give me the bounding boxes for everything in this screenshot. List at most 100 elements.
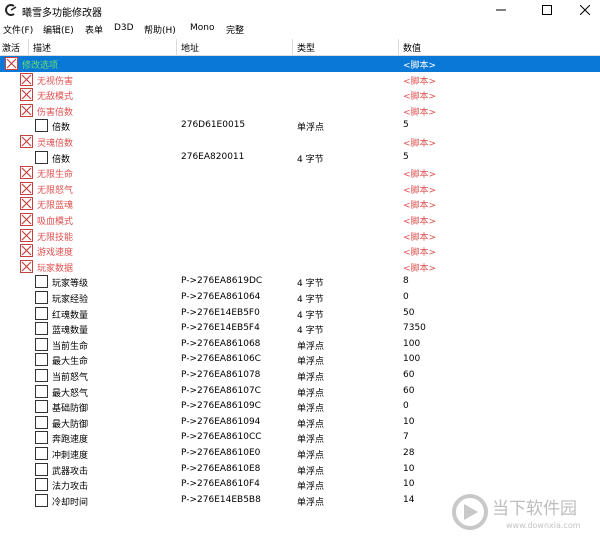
row-value: 7 bbox=[403, 432, 409, 443]
script-checkbox[interactable] bbox=[20, 72, 33, 86]
table-row[interactable]: 伤害倍数 <脚本> bbox=[0, 103, 600, 119]
menu-file[interactable]: 文件(F) bbox=[3, 23, 33, 36]
table-row[interactable]: 倍数 276D61E0015 单浮点 5 bbox=[0, 118, 600, 134]
table-row[interactable]: 当前生命 P->276EA861068 单浮点 100 bbox=[0, 337, 600, 353]
table-row[interactable]: 武器攻击 P->276EA8610E8 单浮点 10 bbox=[0, 462, 600, 478]
table-row[interactable]: 基础防御 P->276EA86109C 单浮点 0 bbox=[0, 399, 600, 415]
row-type: 单浮点 bbox=[297, 341, 325, 352]
table-row[interactable]: 冲刺速度 P->276EA8610E0 单浮点 28 bbox=[0, 446, 600, 462]
table-row[interactable]: 游戏速度 <脚本> bbox=[0, 243, 600, 259]
row-checkbox[interactable] bbox=[35, 493, 48, 507]
table-row[interactable]: 修改选项 <脚本> bbox=[0, 56, 600, 72]
row-type: 4 字节 bbox=[297, 326, 324, 337]
table-row[interactable]: 玩家等级 P->276EA8619DC 4 字节 8 bbox=[0, 274, 600, 290]
table-row[interactable]: 玩家经验 P->276EA861064 4 字节 0 bbox=[0, 290, 600, 306]
menu-mono[interactable]: Mono bbox=[190, 23, 214, 33]
row-value: <脚本> bbox=[403, 248, 437, 259]
script-checkbox[interactable] bbox=[20, 228, 33, 242]
row-description: 基础防御 bbox=[52, 404, 89, 415]
script-checkbox[interactable] bbox=[20, 103, 33, 117]
row-value: 0 bbox=[403, 401, 409, 412]
table-row[interactable]: 无敌模式 <脚本> bbox=[0, 87, 600, 103]
row-checkbox[interactable] bbox=[35, 306, 48, 320]
table-row[interactable]: 无限技能 <脚本> bbox=[0, 228, 600, 244]
minimize-button[interactable] bbox=[486, 0, 516, 20]
row-checkbox[interactable] bbox=[35, 400, 48, 414]
table-row[interactable]: 无限怒气 <脚本> bbox=[0, 181, 600, 197]
table-row[interactable]: 红魂数量 P->276E14EB5F0 4 字节 50 bbox=[0, 306, 600, 322]
column-header-desc[interactable]: 描述 bbox=[33, 41, 51, 54]
row-value: <脚本> bbox=[403, 61, 437, 71]
script-checkbox[interactable] bbox=[20, 197, 33, 211]
maximize-button[interactable] bbox=[532, 0, 562, 20]
row-address: P->276EA861094 bbox=[181, 416, 261, 427]
column-header-address[interactable]: 地址 bbox=[181, 41, 199, 54]
table-row[interactable]: 无限蓝魂 <脚本> bbox=[0, 196, 600, 212]
row-checkbox[interactable] bbox=[35, 431, 48, 445]
close-button[interactable] bbox=[570, 0, 600, 20]
script-checkbox[interactable] bbox=[20, 213, 33, 226]
column-header-active[interactable]: 激活 bbox=[2, 41, 20, 54]
row-checkbox[interactable] bbox=[35, 384, 48, 398]
row-description: 玩家等级 bbox=[52, 279, 89, 290]
row-description: 最大生命 bbox=[52, 357, 89, 368]
table-row[interactable]: 最大生命 P->276EA86106C 单浮点 100 bbox=[0, 352, 600, 368]
row-type: 单浮点 bbox=[297, 451, 325, 461]
row-value: <脚本> bbox=[403, 92, 437, 103]
row-value: 50 bbox=[403, 307, 415, 318]
row-checkbox[interactable] bbox=[35, 353, 48, 367]
close-icon bbox=[580, 5, 590, 15]
row-address: P->276EA86107C bbox=[181, 385, 261, 396]
menu-full[interactable]: 完整 bbox=[226, 23, 244, 36]
row-description: 最大怒气 bbox=[52, 388, 89, 399]
row-type: 单浮点 bbox=[297, 357, 325, 368]
row-checkbox[interactable] bbox=[35, 119, 48, 133]
column-header-value[interactable]: 数值 bbox=[403, 41, 421, 54]
menu-help[interactable]: 帮助(H) bbox=[144, 23, 176, 36]
row-type: 单浮点 bbox=[297, 419, 325, 430]
row-checkbox[interactable] bbox=[35, 150, 48, 164]
script-checkbox[interactable] bbox=[20, 259, 33, 273]
script-checkbox[interactable] bbox=[20, 244, 33, 258]
row-description: 无敌模式 bbox=[37, 92, 74, 103]
table-row[interactable]: 奔跑速度 P->276EA8610CC 单浮点 7 bbox=[0, 430, 600, 446]
row-checkbox[interactable] bbox=[35, 291, 48, 304]
script-checkbox[interactable] bbox=[5, 57, 18, 70]
script-checkbox[interactable] bbox=[20, 88, 33, 102]
script-checkbox[interactable] bbox=[20, 181, 33, 195]
row-checkbox[interactable] bbox=[35, 369, 48, 382]
row-checkbox[interactable] bbox=[35, 462, 48, 476]
row-checkbox[interactable] bbox=[35, 415, 48, 429]
table-row[interactable]: 当前怒气 P->276EA861078 单浮点 60 bbox=[0, 368, 600, 384]
menu-edit[interactable]: 编辑(E) bbox=[43, 23, 74, 36]
row-checkbox[interactable] bbox=[35, 478, 48, 492]
menu-d3d[interactable]: D3D bbox=[114, 23, 134, 33]
row-address: P->276EA86106C bbox=[181, 354, 261, 365]
menu-table[interactable]: 表单 bbox=[85, 23, 103, 36]
row-checkbox[interactable] bbox=[35, 447, 48, 460]
watermark-logo-icon bbox=[452, 494, 488, 530]
cheat-table: 修改选项 <脚本> 无视伤害 <脚本> 无敌模式 <脚本> 伤害倍数 <脚本> 倍数 276D61… bbox=[0, 56, 600, 542]
cross-icon bbox=[21, 167, 32, 178]
table-row[interactable]: 无限生命 <脚本> bbox=[0, 165, 600, 181]
column-header-type[interactable]: 类型 bbox=[297, 41, 315, 54]
table-row[interactable]: 最大怒气 P->276EA86107C 单浮点 60 bbox=[0, 384, 600, 400]
row-value: 100 bbox=[403, 338, 421, 349]
table-row[interactable]: 玩家数据 <脚本> bbox=[0, 259, 600, 275]
table-row[interactable]: 最大防御 P->276EA861094 单浮点 10 bbox=[0, 415, 600, 431]
table-row[interactable]: 吸血模式 <脚本> bbox=[0, 212, 600, 228]
row-type: 单浮点 bbox=[297, 404, 325, 415]
script-checkbox[interactable] bbox=[20, 135, 33, 148]
row-description: 游戏速度 bbox=[37, 248, 74, 259]
row-checkbox[interactable] bbox=[35, 337, 48, 351]
row-checkbox[interactable] bbox=[35, 322, 48, 336]
table-row[interactable]: 无视伤害 <脚本> bbox=[0, 72, 600, 88]
row-description: 倍数 bbox=[52, 154, 71, 165]
row-address: 276D61E0015 bbox=[181, 120, 246, 131]
table-row[interactable]: 倍数 276EA820011 4 字节 5 bbox=[0, 150, 600, 166]
row-checkbox[interactable] bbox=[35, 275, 48, 289]
table-row[interactable]: 灵魂倍数 <脚本> bbox=[0, 134, 600, 150]
row-address: P->276EA861078 bbox=[181, 370, 261, 380]
script-checkbox[interactable] bbox=[20, 166, 33, 180]
table-row[interactable]: 蓝魂数量 P->276E14EB5F4 4 字节 7350 bbox=[0, 321, 600, 337]
